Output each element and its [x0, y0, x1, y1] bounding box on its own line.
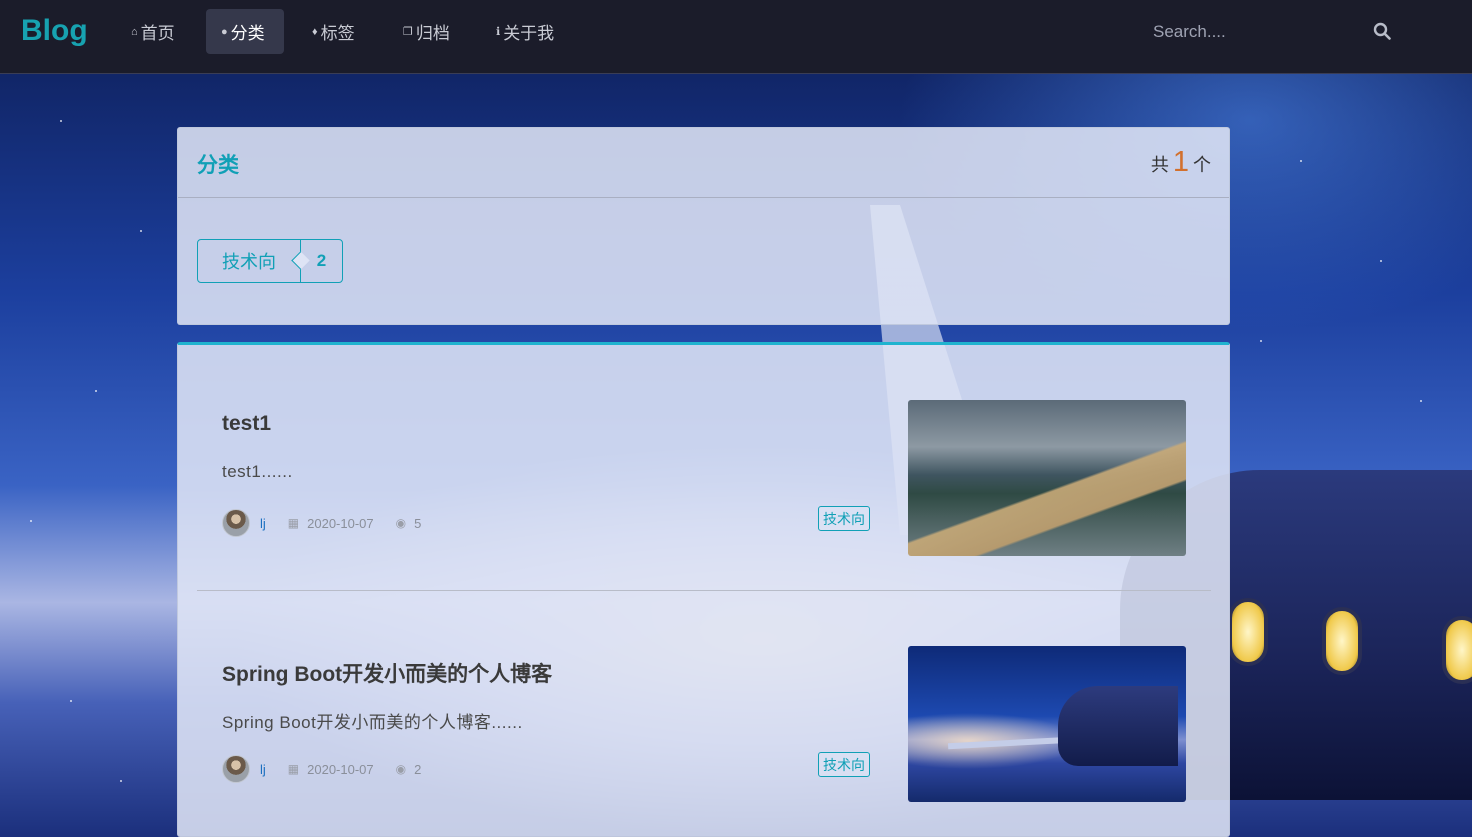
count-suffix: 个: [1193, 155, 1211, 175]
search-input[interactable]: [1140, 15, 1350, 49]
search-box: [1140, 14, 1400, 50]
post-views: 2: [414, 761, 422, 777]
post-date: 2020-10-07: [307, 515, 374, 531]
category-panel-header: 分类 共 1 个: [178, 128, 1229, 198]
nav-label: 标签: [320, 24, 355, 43]
nav-item-categories[interactable]: ● 分类: [206, 9, 284, 54]
nav-item-about[interactable]: ℹ 关于我: [481, 9, 569, 54]
post-thumbnail-night-plane[interactable]: [908, 646, 1186, 802]
category-chip[interactable]: 技术向 2: [197, 239, 343, 283]
eye-icon: ◉: [395, 762, 407, 776]
posts-panel: test1 test1...... lj ▦ 2020-10-07 ◉ 5 技术…: [177, 342, 1230, 837]
post-thumbnail-beach[interactable]: [908, 400, 1186, 556]
post-views: 5: [414, 515, 422, 531]
idea-icon: ●: [221, 25, 228, 38]
post-date: 2020-10-07: [307, 761, 374, 777]
count-prefix: 共: [1150, 155, 1169, 175]
post-excerpt: Spring Boot开发小而美的个人博客......: [222, 713, 523, 732]
nav-label: 分类: [230, 24, 265, 43]
avatar: [222, 509, 250, 537]
post-category-tag[interactable]: 技术向: [818, 506, 870, 531]
plane-window: [1442, 616, 1472, 684]
plane-window: [1228, 598, 1268, 666]
nav-item-archive[interactable]: ❐ 归档: [388, 9, 465, 54]
tags-icon: ♦: [312, 25, 318, 38]
avatar: [222, 755, 250, 783]
post-title[interactable]: test1: [222, 412, 271, 436]
top-navbar: Blog ⌂ 首页 ● 分类 ♦ 标签 ❐ 归档 ℹ 关于我: [0, 0, 1472, 74]
post-meta: lj ▦ 2020-10-07 ◉ 5: [222, 509, 421, 537]
category-count: 共 1 个: [1151, 146, 1211, 179]
nav-item-tags[interactable]: ♦ 标签: [297, 9, 370, 54]
thumbnail-plane: [1058, 686, 1178, 766]
nav-label: 首页: [140, 24, 175, 43]
nav-label: 归档: [415, 24, 450, 43]
brand-logo[interactable]: Blog: [21, 14, 88, 48]
post-author[interactable]: lj: [260, 516, 266, 531]
calendar-icon: ▦: [287, 516, 300, 530]
post-title[interactable]: Spring Boot开发小而美的个人博客: [222, 658, 552, 688]
home-icon: ⌂: [131, 25, 138, 38]
clone-icon: ❐: [403, 26, 413, 38]
post-item: test1 test1...... lj ▦ 2020-10-07 ◉ 5 技术…: [178, 345, 1231, 575]
post-excerpt: test1......: [222, 462, 293, 481]
category-chip-name: 技术向: [198, 240, 301, 282]
calendar-icon: ▦: [287, 762, 300, 776]
count-number: 1: [1172, 146, 1189, 178]
category-panel-title: 分类: [197, 154, 239, 177]
category-panel: 分类 共 1 个 技术向 2: [177, 127, 1230, 325]
post-author[interactable]: lj: [260, 762, 266, 777]
info-icon: ℹ: [496, 26, 501, 38]
post-item: Spring Boot开发小而美的个人博客 Spring Boot开发小而美的个…: [178, 591, 1231, 821]
eye-icon: ◉: [395, 516, 407, 530]
nav-label: 关于我: [503, 24, 555, 43]
post-category-tag[interactable]: 技术向: [818, 752, 870, 777]
post-meta: lj ▦ 2020-10-07 ◉ 2: [222, 755, 421, 783]
plane-window: [1322, 607, 1362, 675]
nav-item-home[interactable]: ⌂ 首页: [116, 9, 190, 54]
search-icon[interactable]: [1373, 22, 1391, 40]
